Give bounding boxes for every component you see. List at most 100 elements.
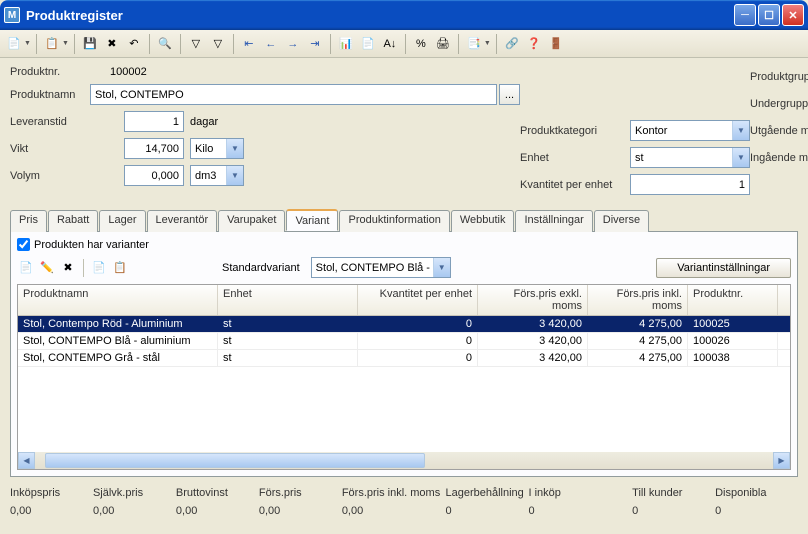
ing-moms-label: Ingående moms [750, 152, 808, 164]
status-brutto-label: Bruttovinst [176, 487, 259, 499]
maximize-button[interactable]: ☐ [758, 4, 780, 26]
volym-unit-combo[interactable]: dm3▼ [190, 165, 244, 186]
produktnamn-label: Produktnamn [10, 89, 90, 101]
cell-namn: Stol, CONTEMPO Blå - aluminium [18, 333, 218, 349]
link-icon[interactable]: 🔗 [502, 34, 522, 54]
tab-varupaket[interactable]: Varupaket [218, 210, 285, 232]
scroll-right-icon[interactable]: ▶ [773, 452, 790, 469]
kvantitet-input[interactable] [630, 174, 750, 195]
copy-variant-icon[interactable]: 📄 [90, 259, 108, 277]
tab-diverse[interactable]: Diverse [594, 210, 649, 232]
grid-header-produktnamn[interactable]: Produktnamn [18, 285, 218, 315]
window-title: Produktregister [26, 8, 734, 23]
tab-webbutik[interactable]: Webbutik [451, 210, 515, 232]
status-disp-label: Disponibla [715, 487, 798, 499]
vikt-label: Vikt [10, 143, 90, 155]
status-sjalvk: 0,00 [93, 505, 176, 517]
app-icon: M [4, 7, 20, 23]
grid-hscroll[interactable]: ◀ ▶ [18, 452, 790, 469]
produktkategori-label: Produktkategori [520, 125, 630, 137]
volym-input[interactable] [124, 165, 184, 186]
leveranstid-unit: dagar [190, 116, 218, 128]
cell-enhet: st [218, 316, 358, 332]
print-icon[interactable]: 🖨 [433, 34, 453, 54]
table-row[interactable]: Stol, Contempo Röd - Aluminiumst03 420,0… [18, 316, 790, 333]
status-inkopspris: 0,00 [10, 505, 93, 517]
tabs: Pris Rabatt Lager Leverantör Varupaket V… [10, 209, 798, 232]
settings-icon[interactable]: 📑 [464, 34, 484, 54]
produktnr-label: Produktnr. [10, 66, 90, 78]
tab-lager[interactable]: Lager [99, 210, 145, 232]
grid-header-produktnr[interactable]: Produktnr. [688, 285, 778, 315]
cell-exkl: 3 420,00 [478, 316, 588, 332]
variant-grid: Produktnamn Enhet Kvantitet per enhet Fö… [17, 284, 791, 470]
tab-produktinfo[interactable]: Produktinformation [339, 210, 449, 232]
produktkategori-combo[interactable]: Kontor▼ [630, 120, 750, 141]
paste-variant-icon[interactable]: 📋 [111, 259, 129, 277]
last-icon[interactable]: ⇥ [305, 34, 325, 54]
filter-settings-icon[interactable]: ▽ [208, 34, 228, 54]
table-row[interactable]: Stol, CONTEMPO Blå - aluminiumst03 420,0… [18, 333, 790, 350]
grid-header-kvantitet[interactable]: Kvantitet per enhet [358, 285, 478, 315]
has-variants-checkbox[interactable] [17, 238, 30, 251]
status-iinkop-label: I inköp [528, 487, 632, 499]
close-button[interactable]: ✕ [782, 4, 804, 26]
cell-namn: Stol, Contempo Röd - Aluminium [18, 316, 218, 332]
undergrupp-label: Undergrupp [750, 98, 808, 110]
kvantitet-label: Kvantitet per enhet [520, 179, 630, 191]
tab-leverantor[interactable]: Leverantör [147, 210, 218, 232]
status-tillk: 0 [632, 505, 715, 517]
prev-icon[interactable]: ← [261, 34, 281, 54]
status-sjalvk-label: Självk.pris [93, 487, 176, 499]
minimize-button[interactable]: ─ [734, 4, 756, 26]
status-disp: 0 [715, 505, 798, 517]
percent-icon[interactable]: % [411, 34, 431, 54]
undo-icon[interactable]: ↶ [124, 34, 144, 54]
tab-variant[interactable]: Variant [286, 209, 338, 231]
enhet-combo[interactable]: st▼ [630, 147, 750, 168]
new-variant-icon[interactable]: 📄 [17, 259, 35, 277]
cell-inkl: 4 275,00 [588, 350, 688, 366]
variantinstallningar-button[interactable]: Variantinställningar [656, 258, 791, 278]
leveranstid-input[interactable] [124, 111, 184, 132]
help-icon[interactable]: ❓ [524, 34, 544, 54]
chart-icon[interactable]: 📊 [336, 34, 356, 54]
vikt-input[interactable] [124, 138, 184, 159]
delete-icon[interactable]: ✖ [102, 34, 122, 54]
cell-enhet: st [218, 333, 358, 349]
sort-icon[interactable]: A↓ [380, 34, 400, 54]
filter-icon[interactable]: ▽ [186, 34, 206, 54]
grid-header-pris-exkl[interactable]: Förs.pris exkl. moms [478, 285, 588, 315]
cell-kvt: 0 [358, 350, 478, 366]
statusbar: Inköpspris0,00 Självk.pris0,00 Bruttovin… [0, 481, 808, 519]
table-row[interactable]: Stol, CONTEMPO Grå - stålst03 420,004 27… [18, 350, 790, 367]
grid-header-enhet[interactable]: Enhet [218, 285, 358, 315]
leveranstid-label: Leveranstid [10, 116, 90, 128]
report-icon[interactable]: 📄 [358, 34, 378, 54]
next-icon[interactable]: → [283, 34, 303, 54]
produktnamn-browse-button[interactable]: ... [499, 84, 520, 105]
produktnr-value: 100002 [90, 66, 190, 78]
cell-inkl: 4 275,00 [588, 316, 688, 332]
tab-rabatt[interactable]: Rabatt [48, 210, 98, 232]
volym-label: Volym [10, 170, 90, 182]
list-icon[interactable]: 📋 [42, 34, 62, 54]
scroll-left-icon[interactable]: ◀ [18, 452, 35, 469]
exit-icon[interactable]: 🚪 [546, 34, 566, 54]
cell-namn: Stol, CONTEMPO Grå - stål [18, 350, 218, 366]
search-icon[interactable]: 🔍 [155, 34, 175, 54]
tab-installningar[interactable]: Inställningar [515, 210, 592, 232]
standardvariant-combo[interactable]: Stol, CONTEMPO Blå - al▼ [311, 257, 451, 278]
new-icon[interactable]: 📄 [4, 34, 24, 54]
save-icon[interactable]: 💾 [80, 34, 100, 54]
cell-exkl: 3 420,00 [478, 333, 588, 349]
grid-header-pris-inkl[interactable]: Förs.pris inkl. moms [588, 285, 688, 315]
scroll-thumb[interactable] [45, 453, 425, 468]
delete-variant-icon[interactable]: ✖ [59, 259, 77, 277]
status-lagerb-label: Lagerbehållning [446, 487, 529, 499]
edit-variant-icon[interactable]: ✏️ [38, 259, 56, 277]
vikt-unit-combo[interactable]: Kilo▼ [190, 138, 244, 159]
tab-pris[interactable]: Pris [10, 210, 47, 232]
produktnamn-input[interactable] [90, 84, 497, 105]
first-icon[interactable]: ⇤ [239, 34, 259, 54]
